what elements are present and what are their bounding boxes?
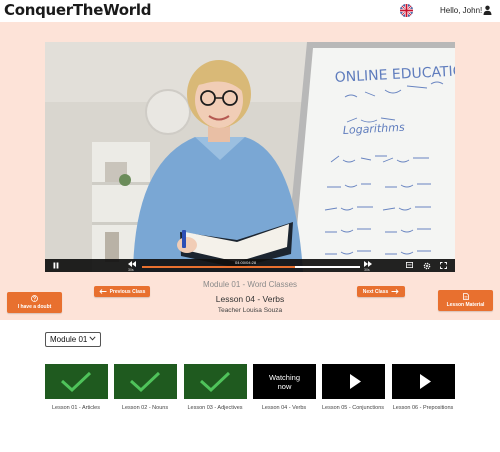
user-greeting: Hello, John! (440, 6, 483, 15)
video-frame-teacher-whiteboard: ONLINE EDUCATION Logarithms (45, 42, 455, 272)
lesson-label-02[interactable]: Lesson 02 - Nouns (105, 405, 185, 411)
chevron-down-icon (89, 336, 96, 341)
rewind-icon[interactable] (128, 261, 136, 267)
arrow-left-icon (98, 289, 107, 294)
module-title: Module 01 - Word Classes (202, 280, 298, 289)
question-circle-icon (31, 295, 38, 302)
skip-forward-label: 30s (364, 268, 370, 272)
module-select[interactable]: Module 01 (45, 332, 101, 347)
have-doubt-button[interactable]: I have a doubt (7, 292, 62, 313)
video-time: 04:00/04:28 (235, 260, 257, 265)
previous-class-label: Previous Class (109, 288, 146, 295)
pause-icon[interactable] (53, 262, 59, 269)
captions-icon[interactable] (406, 262, 413, 268)
skip-back-label: 30s (128, 268, 134, 272)
checkmark-icon (129, 371, 161, 393)
module-select-value: Module 01 (50, 335, 88, 344)
lesson-label-04[interactable]: Lesson 04 - Verbs (244, 405, 324, 411)
video-controls-bar: 30s 04:00/04:28 30s (45, 259, 455, 272)
next-class-button[interactable]: Next Class (357, 286, 405, 297)
video-progress-fill (142, 266, 295, 268)
lesson-tile-04-current[interactable]: Watching now (253, 364, 316, 399)
lesson-material-button[interactable]: Lesson Material (438, 290, 493, 311)
fast-forward-icon[interactable] (364, 261, 372, 267)
site-logo[interactable]: ConquerTheWorld (4, 1, 151, 19)
play-icon (350, 374, 361, 389)
lesson-label-05[interactable]: Lesson 05 - Conjunctions (313, 405, 393, 411)
watching-now-label: Watching now (269, 373, 300, 391)
have-doubt-label: I have a doubt (17, 304, 52, 310)
video-player[interactable]: ONLINE EDUCATION Logarithms (45, 42, 455, 272)
settings-gear-icon[interactable] (423, 262, 431, 270)
lesson-tile-02[interactable] (114, 364, 177, 399)
lesson-tile-05[interactable] (322, 364, 385, 399)
checkmark-icon (199, 371, 231, 393)
lesson-title: Lesson 04 - Verbs (215, 294, 285, 304)
lesson-tile-01[interactable] (45, 364, 108, 399)
top-header: ConquerTheWorld Hello, John! (0, 0, 500, 22)
lesson-label-01[interactable]: Lesson 01 - Articles (36, 405, 116, 411)
lesson-tile-03[interactable] (184, 364, 247, 399)
lesson-label-06[interactable]: Lesson 06 - Prepositions (383, 405, 463, 411)
lesson-label-03[interactable]: Lesson 03 - Adjectives (175, 405, 255, 411)
video-progress-track[interactable] (142, 266, 360, 268)
previous-class-button[interactable]: Previous Class (94, 286, 150, 297)
document-icon (462, 293, 469, 300)
next-class-label: Next Class (362, 288, 389, 295)
user-icon[interactable] (483, 5, 492, 15)
lesson-tile-06[interactable] (392, 364, 455, 399)
checkmark-icon (60, 371, 92, 393)
teacher-name: Teacher Louisa Souza (217, 307, 283, 314)
play-icon (420, 374, 431, 389)
fullscreen-icon[interactable] (440, 262, 447, 269)
uk-flag-icon[interactable] (400, 4, 413, 17)
lesson-material-label: Lesson Material (446, 302, 485, 308)
arrow-right-icon (391, 289, 399, 294)
